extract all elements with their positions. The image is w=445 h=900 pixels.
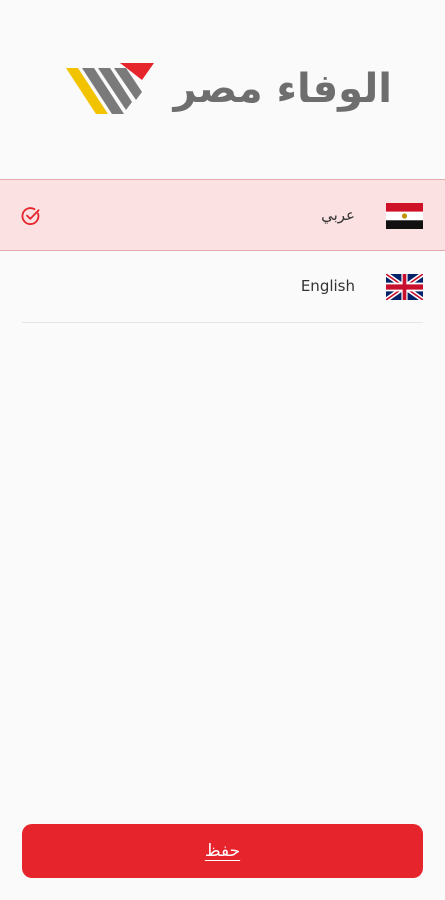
check-circle-icon	[21, 207, 40, 225]
egypt-flag-icon	[386, 203, 423, 229]
language-label-arabic: عربي	[321, 206, 355, 224]
language-option-english[interactable]: English	[0, 251, 445, 323]
language-label-english: English	[300, 277, 355, 295]
row-divider	[22, 322, 423, 323]
uk-flag-icon	[386, 274, 423, 300]
brand-name: الوفاء مصر	[173, 66, 392, 112]
language-list: عربي English	[0, 179, 445, 323]
language-option-arabic[interactable]: عربي	[0, 179, 445, 251]
wafaa-stripes-logo-icon	[66, 63, 154, 114]
save-button[interactable]: حفظ	[22, 824, 423, 878]
app-logo: الوفاء مصر	[62, 58, 392, 120]
